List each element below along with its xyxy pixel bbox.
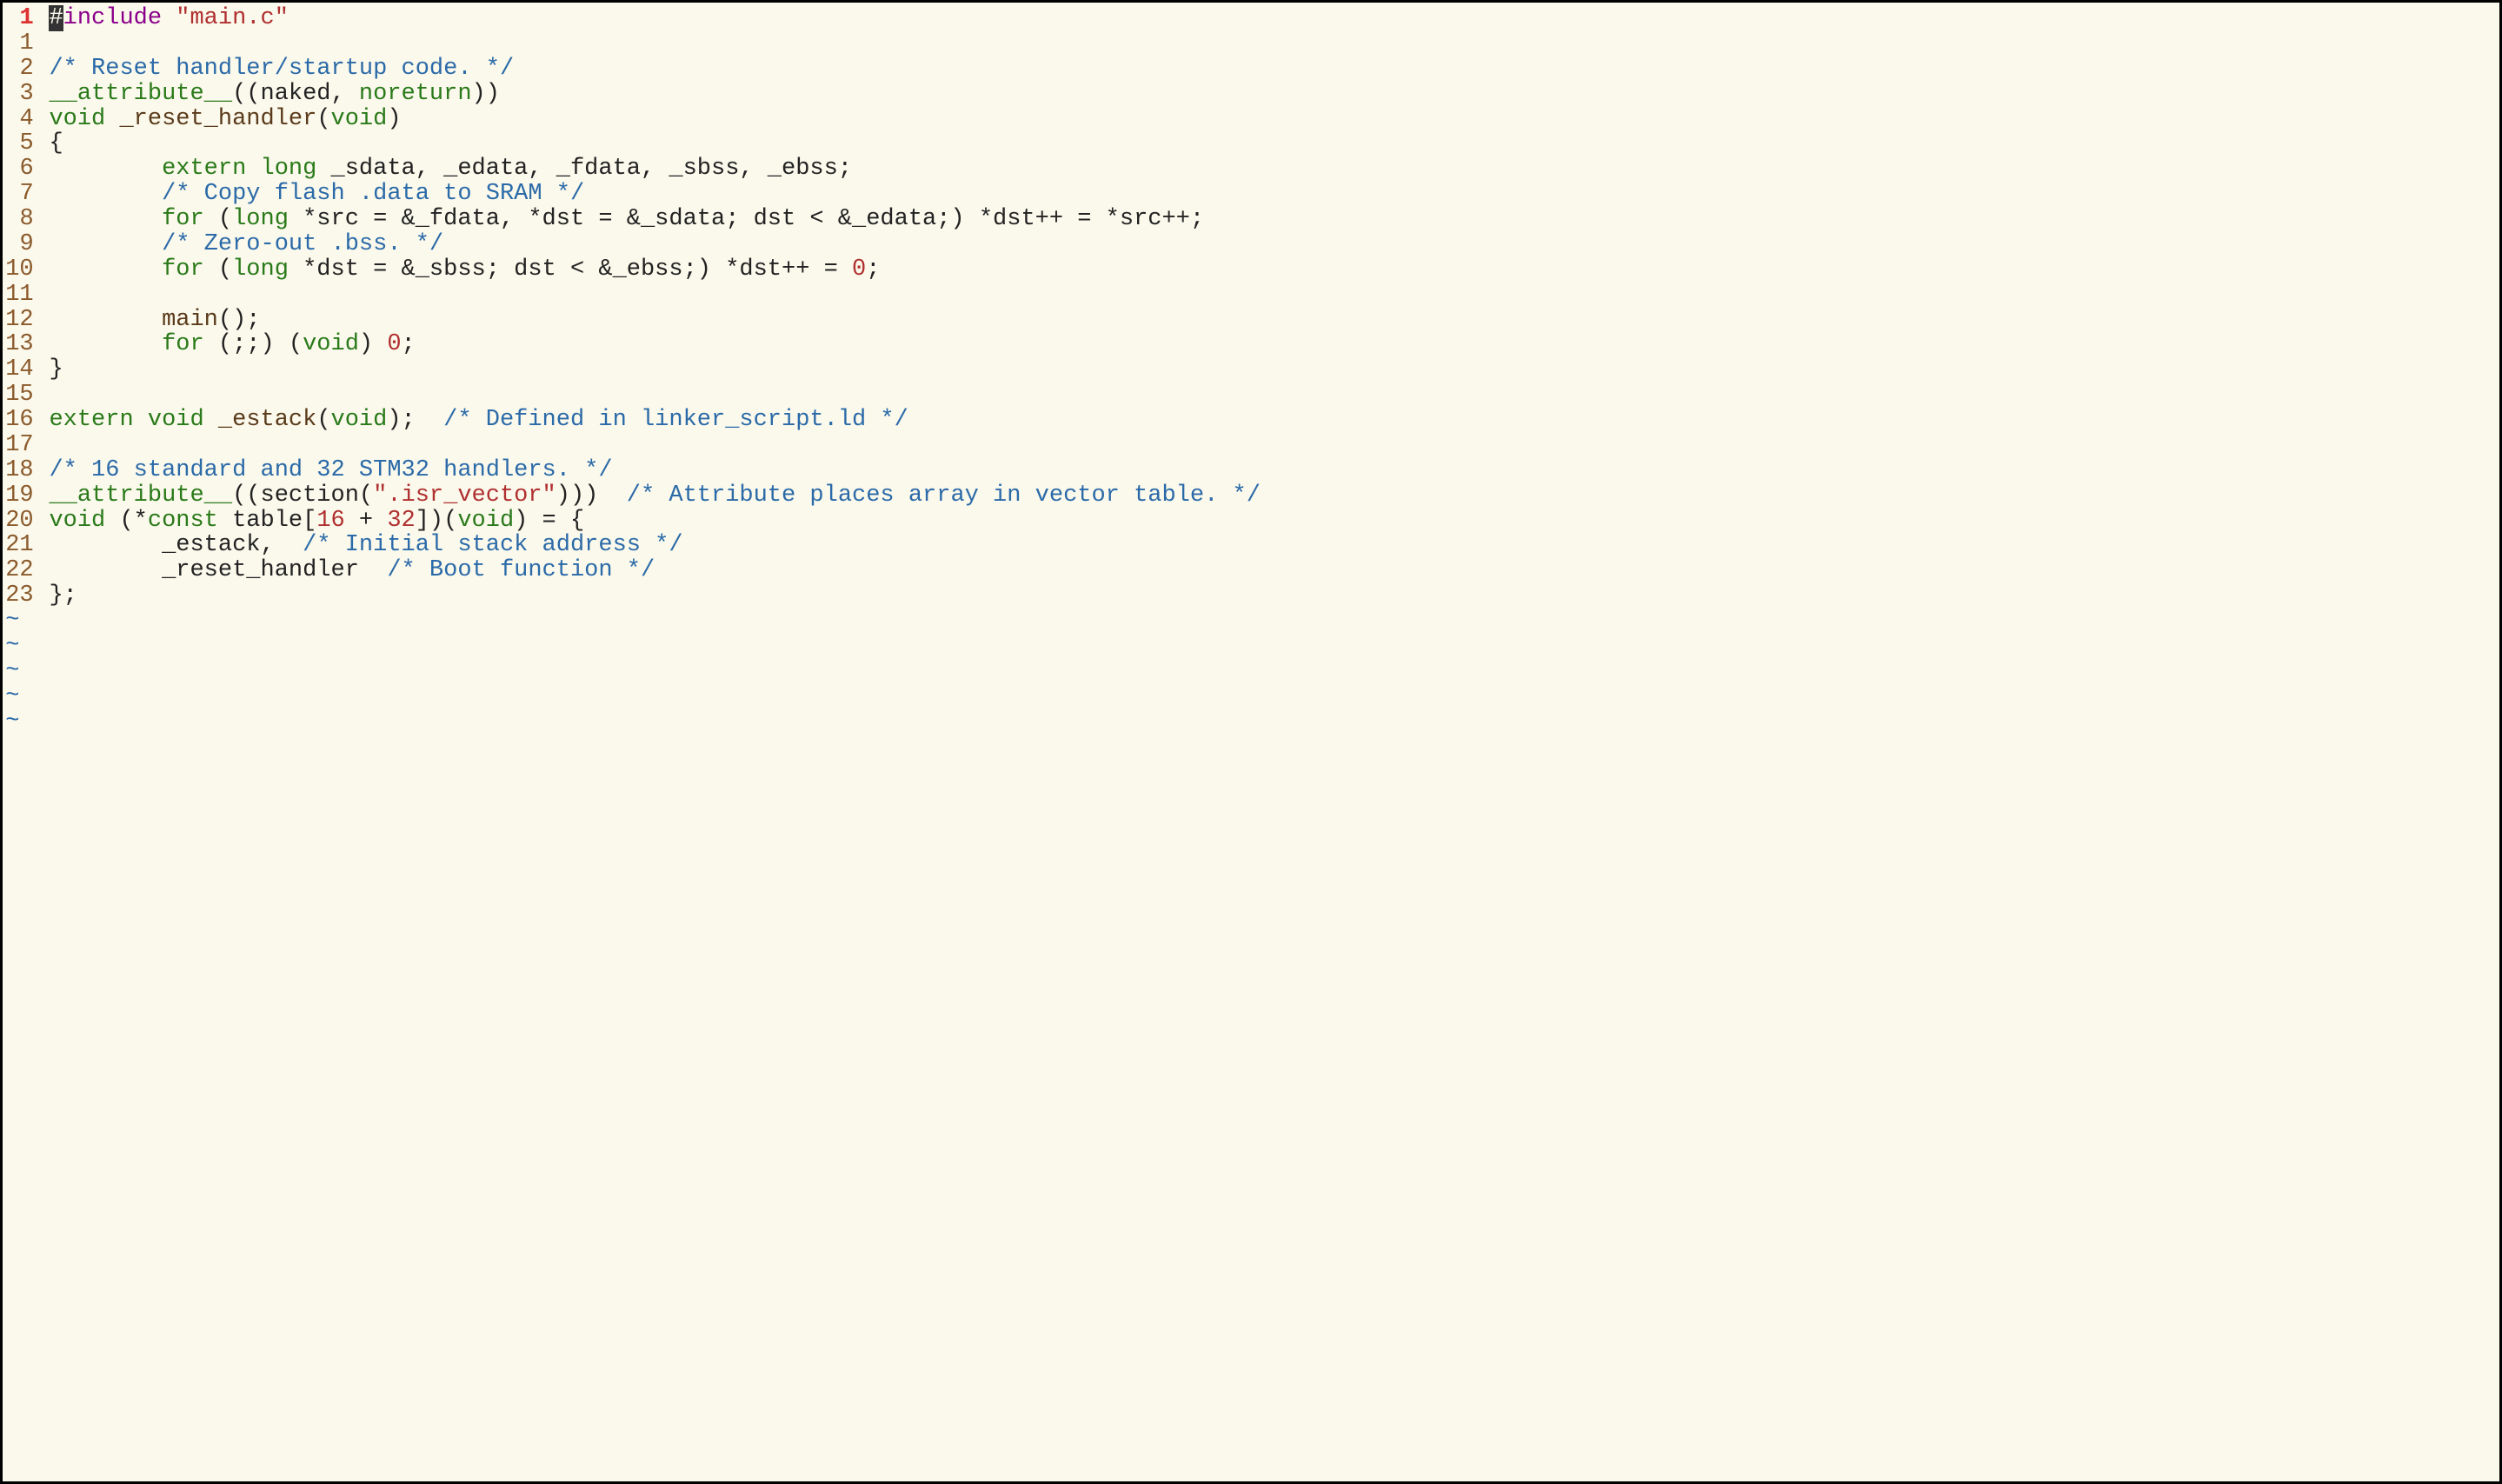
empty-line-tilde: ~ bbox=[3, 609, 2494, 634]
line-number: 22 bbox=[3, 558, 41, 583]
empty-line-tilde: ~ bbox=[3, 659, 2494, 684]
line-number: 1 bbox=[3, 31, 41, 57]
line-number: 19 bbox=[3, 483, 41, 509]
code-content: /* 16 standard and 32 STM32 handlers. */ bbox=[49, 458, 612, 483]
code-line[interactable]: 8 for (long *src = &_fdata, *dst = &_sda… bbox=[3, 207, 2494, 232]
code-line[interactable]: 21 _estack, /* Initial stack address */ bbox=[3, 533, 2494, 558]
code-line[interactable]: 1 bbox=[3, 31, 2494, 57]
code-content: void _reset_handler(void) bbox=[49, 107, 401, 132]
empty-line-tilde: ~ bbox=[3, 684, 2494, 709]
line-number: 2 bbox=[3, 57, 41, 82]
code-line[interactable]: 9 /* Zero-out .bss. */ bbox=[3, 232, 2494, 257]
code-line[interactable]: 20 void (*const table[16 + 32])(void) = { bbox=[3, 509, 2494, 534]
code-line[interactable]: 5{ bbox=[3, 131, 2494, 156]
code-content bbox=[49, 433, 63, 458]
code-content bbox=[49, 383, 63, 408]
code-line[interactable]: 23}; bbox=[3, 583, 2494, 609]
code-line[interactable]: 4 void _reset_handler(void) bbox=[3, 107, 2494, 132]
line-number: 5 bbox=[3, 131, 41, 156]
code-content: __attribute__((naked, noreturn)) bbox=[49, 82, 500, 107]
code-content: __attribute__((section(".isr_vector"))) … bbox=[49, 483, 1260, 509]
line-number: 20 bbox=[3, 509, 41, 534]
code-line[interactable]: 11 bbox=[3, 283, 2494, 308]
code-content: }; bbox=[49, 583, 77, 609]
line-number: 11 bbox=[3, 283, 41, 308]
code-line[interactable]: 16 extern void _estack(void); /* Defined … bbox=[3, 408, 2494, 433]
code-content: extern void _estack(void); /* Defined in… bbox=[49, 408, 908, 433]
line-number: 12 bbox=[3, 308, 41, 333]
code-content bbox=[49, 283, 63, 308]
line-number: 3 bbox=[3, 82, 41, 107]
line-number: 10 bbox=[3, 257, 41, 283]
code-content: #include "main.c" bbox=[49, 6, 288, 31]
line-number: 6 bbox=[3, 156, 41, 182]
code-content: /* Zero-out .bss. */ bbox=[49, 232, 443, 257]
code-content: for (;;) (void) 0; bbox=[49, 332, 415, 357]
line-number: 8 bbox=[3, 207, 41, 232]
code-line[interactable]: 15 bbox=[3, 383, 2494, 408]
line-number: 13 bbox=[3, 332, 41, 357]
code-line[interactable]: 7 /* Copy flash .data to SRAM */ bbox=[3, 182, 2494, 207]
line-number: 1 bbox=[3, 6, 41, 31]
code-content: extern long _sdata, _edata, _fdata, _sbs… bbox=[49, 156, 852, 182]
empty-line-tilde: ~ bbox=[3, 709, 2494, 735]
code-line[interactable]: 1 #include "main.c" bbox=[3, 6, 2494, 31]
code-content: for (long *dst = &_sbss; dst < &_ebss;) … bbox=[49, 257, 880, 283]
code-content: main(); bbox=[49, 308, 260, 333]
line-number: 4 bbox=[3, 107, 41, 132]
line-number: 9 bbox=[3, 232, 41, 257]
code-line[interactable]: 18 /* 16 standard and 32 STM32 handlers. … bbox=[3, 458, 2494, 483]
code-content: } bbox=[49, 357, 63, 383]
code-line[interactable]: 10 for (long *dst = &_sbss; dst < &_ebss… bbox=[3, 257, 2494, 283]
code-line[interactable]: 19 __attribute__((section(".isr_vector"))… bbox=[3, 483, 2494, 509]
code-line[interactable]: 22 _reset_handler /* Boot function */ bbox=[3, 558, 2494, 583]
editor-frame: 1 #include "main.c" 1 2 /* Reset handler/st… bbox=[0, 0, 2502, 1484]
line-number: 17 bbox=[3, 433, 41, 458]
code-content: /* Reset handler/startup code. */ bbox=[49, 57, 514, 82]
line-number: 15 bbox=[3, 383, 41, 408]
code-line[interactable]: 12 main(); bbox=[3, 308, 2494, 333]
code-content: _estack, /* Initial stack address */ bbox=[49, 533, 682, 558]
code-line[interactable]: 14} bbox=[3, 357, 2494, 383]
code-line[interactable]: 2 /* Reset handler/startup code. */ bbox=[3, 57, 2494, 82]
code-line[interactable]: 3 __attribute__((naked, noreturn)) bbox=[3, 82, 2494, 107]
code-line[interactable]: 13 for (;;) (void) 0; bbox=[3, 332, 2494, 357]
line-number: 21 bbox=[3, 533, 41, 558]
code-line[interactable]: 6 extern long _sdata, _edata, _fdata, _s… bbox=[3, 156, 2494, 182]
line-number: 7 bbox=[3, 182, 41, 207]
line-number: 23 bbox=[3, 583, 41, 609]
code-content: { bbox=[49, 131, 63, 156]
empty-line-tilde: ~ bbox=[3, 634, 2494, 659]
line-number: 16 bbox=[3, 408, 41, 433]
line-number: 14 bbox=[3, 357, 41, 383]
code-content: /* Copy flash .data to SRAM */ bbox=[49, 182, 584, 207]
code-content: _reset_handler /* Boot function */ bbox=[49, 558, 655, 583]
code-editor[interactable]: 1 #include "main.c" 1 2 /* Reset handler/st… bbox=[3, 6, 2494, 734]
code-content: for (long *src = &_fdata, *dst = &_sdata… bbox=[49, 207, 1204, 232]
line-number: 18 bbox=[3, 458, 41, 483]
code-content bbox=[49, 31, 63, 57]
code-line[interactable]: 17 bbox=[3, 433, 2494, 458]
code-content: void (*const table[16 + 32])(void) = { bbox=[49, 509, 584, 534]
